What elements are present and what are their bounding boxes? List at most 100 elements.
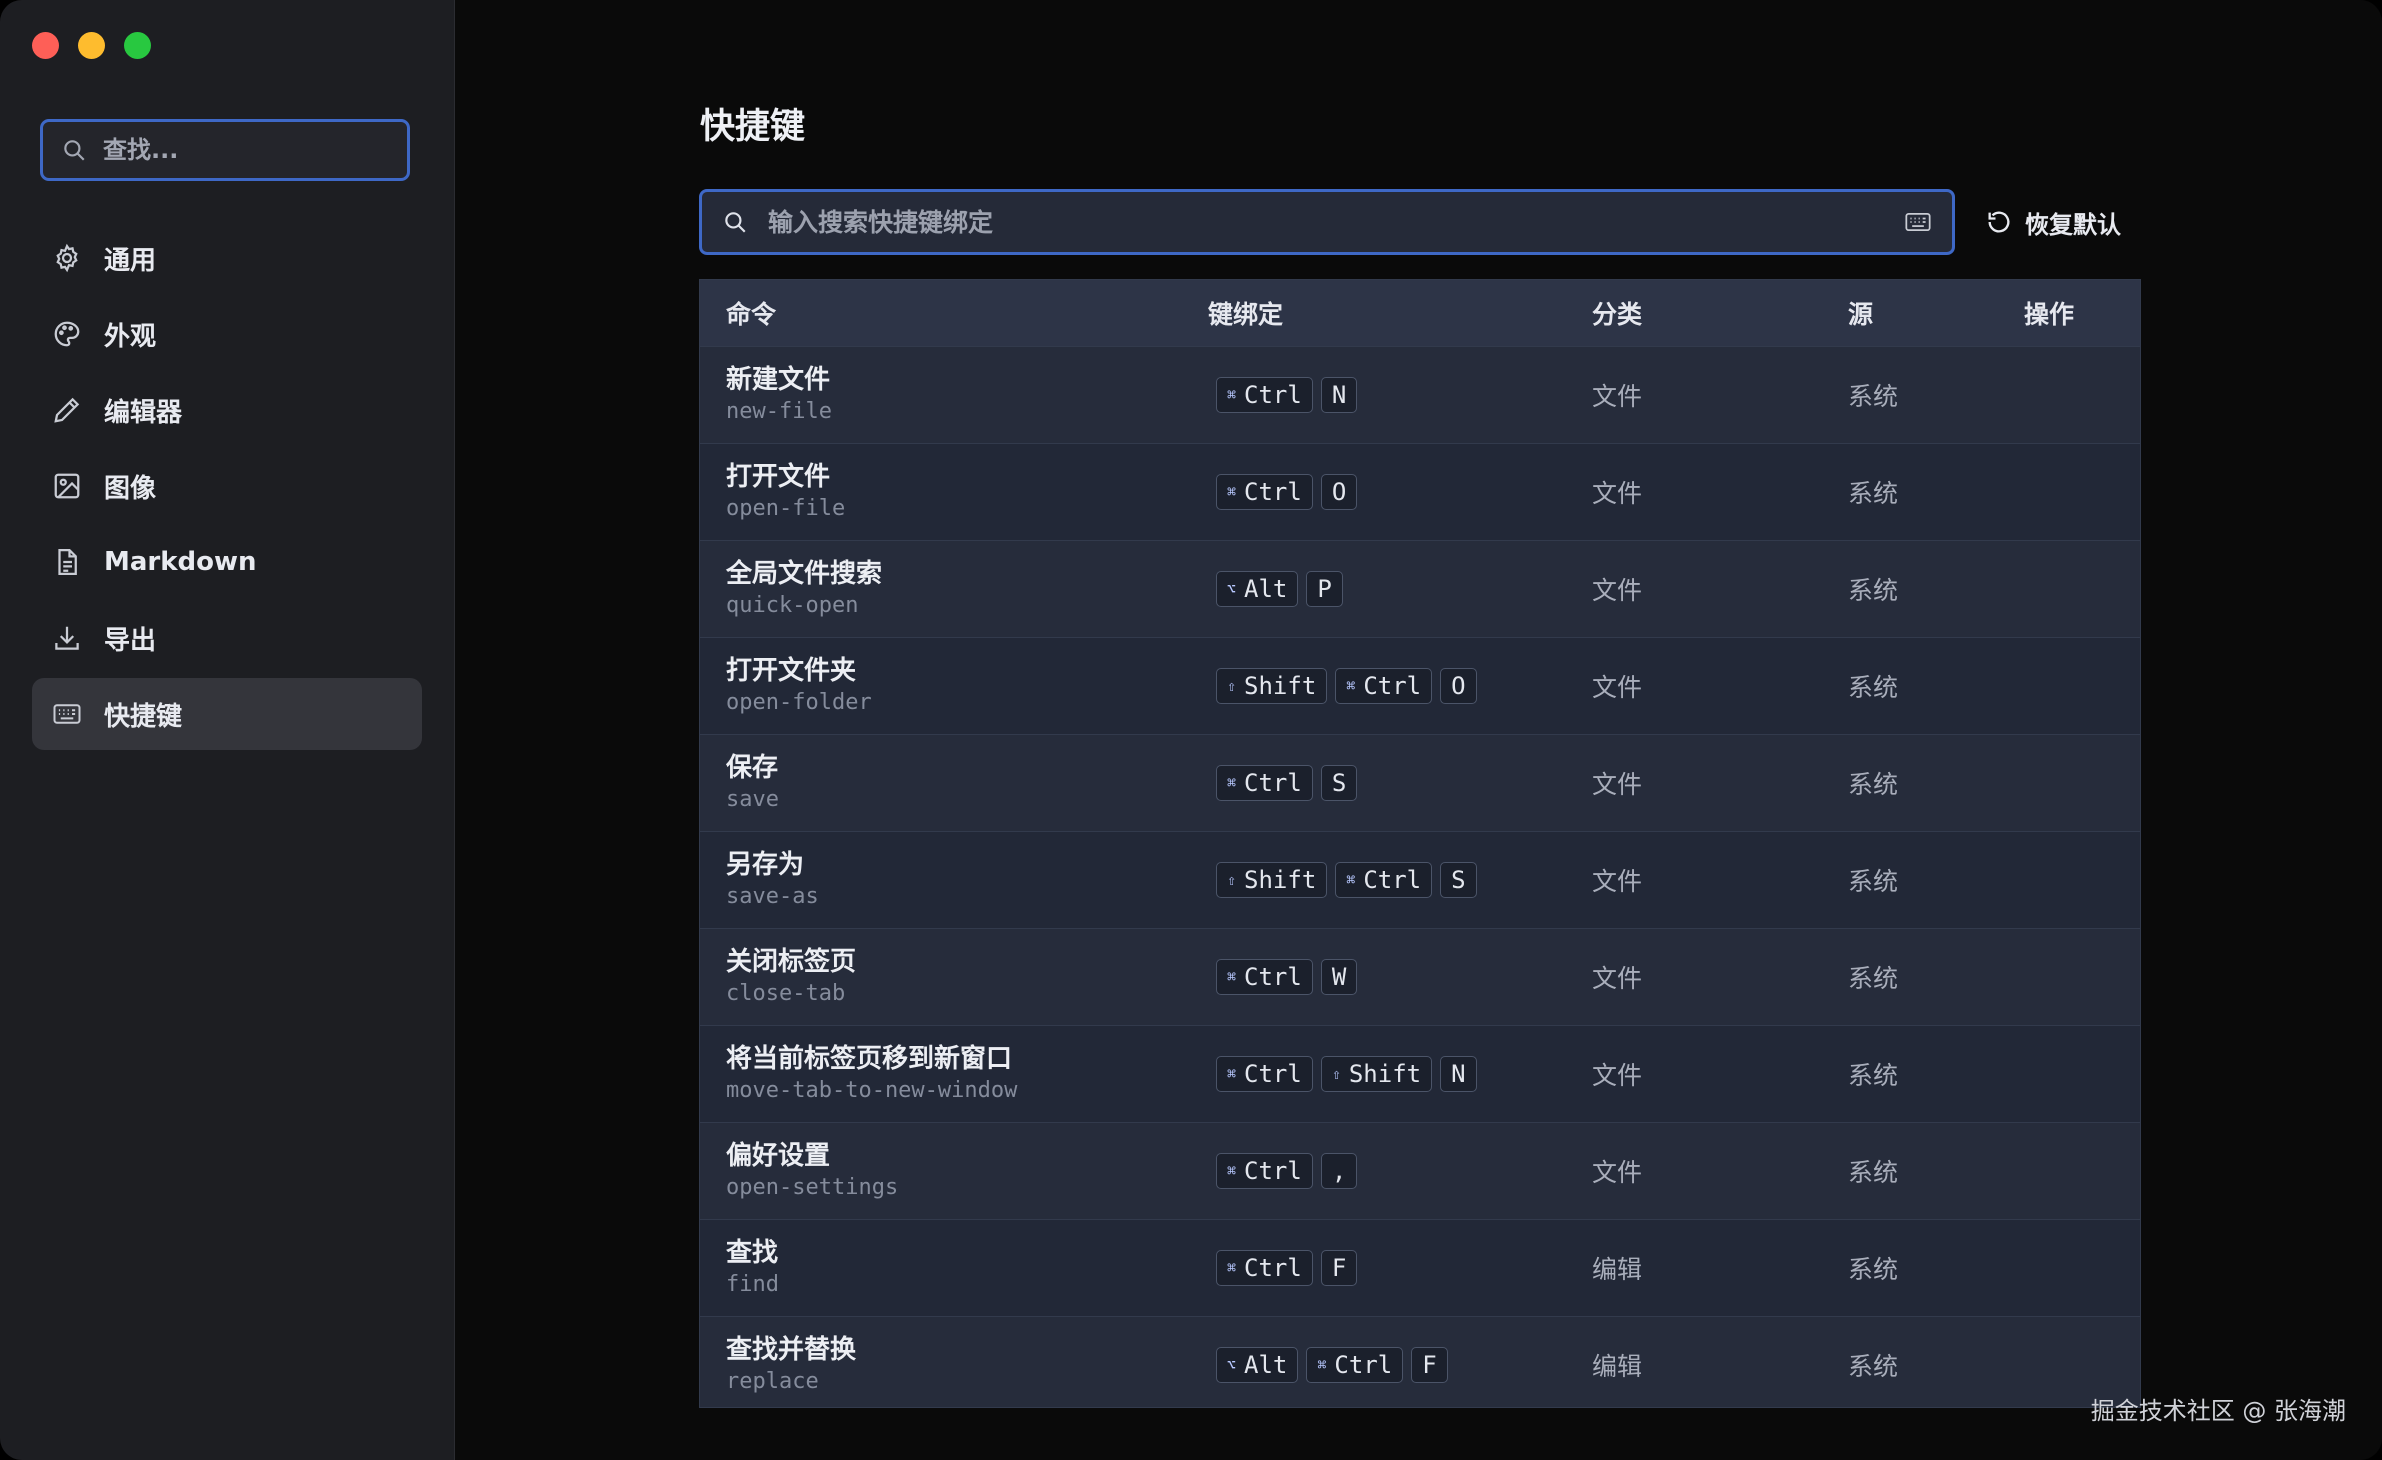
command-cell: 打开文件 open-file	[700, 460, 1208, 524]
key-chip: ⌘ Ctrl	[1306, 1347, 1404, 1383]
key-chip: ⌘ Ctrl	[1216, 474, 1313, 510]
modifier-symbol: ⌥	[1227, 1356, 1237, 1374]
command-name: 查找并替换	[726, 1335, 857, 1365]
close-window-button[interactable]	[32, 32, 59, 59]
key-label: W	[1331, 963, 1347, 991]
keybinding-cell[interactable]: ⌘ Ctrl N	[1208, 377, 1592, 413]
command-name: 打开文件夹	[726, 656, 857, 686]
key-chip: S	[1320, 765, 1358, 801]
source-cell: 系统	[1848, 1061, 1899, 1090]
sidebar-item-markdown[interactable]: Markdown	[32, 526, 422, 598]
modifier-symbol: ⌘	[1317, 1356, 1327, 1374]
key-chip: N	[1440, 1056, 1477, 1092]
keybinding-cell[interactable]: ⌘ Ctrl S	[1208, 765, 1592, 801]
keybinding-cell[interactable]: ⇧ Shift ⌘ Ctrl S	[1208, 862, 1592, 898]
search-icon	[64, 140, 85, 161]
sidebar-item-image[interactable]: 图像	[32, 450, 422, 522]
key-label: Ctrl	[1244, 1254, 1302, 1282]
modifier-symbol: ⌥	[1227, 580, 1237, 598]
keybinding-cell[interactable]: ⌘ Ctrl W	[1208, 959, 1592, 995]
command-name: 全局文件搜索	[726, 559, 883, 589]
keybinding-cell[interactable]: ⇧ Shift ⌘ Ctrl O	[1208, 668, 1592, 704]
key-label: N	[1451, 1060, 1466, 1088]
sidebar-item-editor[interactable]: 编辑器	[32, 374, 422, 446]
modifier-symbol: ⌘	[1227, 968, 1237, 986]
column-header-keybinding[interactable]: 键绑定	[1208, 295, 1592, 331]
column-header-actions: 操作	[2024, 300, 2075, 329]
category-cell: 文件	[1592, 479, 1643, 508]
keybinding-cell[interactable]: ⌘ Ctrl O	[1208, 474, 1592, 510]
table-row[interactable]: 将当前标签页移到新窗口 move-tab-to-new-window ⌘ Ctrl ⇧ S…	[700, 1025, 2140, 1122]
zoom-window-button[interactable]	[124, 32, 151, 59]
sidebar-item-appearance[interactable]: 外观	[32, 298, 422, 370]
column-header-command[interactable]: 命令	[700, 295, 1208, 331]
key-label: Ctrl	[1363, 866, 1422, 894]
key-chip: O	[1440, 668, 1477, 704]
table-body: 新建文件 new-file ⌘ Ctrl N 文件 系统 打开文件 open-file ⌘ Ctrl…	[700, 346, 2140, 1407]
pencil-icon	[54, 397, 80, 423]
key-chip: ,	[1320, 1153, 1358, 1189]
source-cell: 系统	[1848, 1255, 1899, 1284]
sidebar-item-general[interactable]: 通用	[32, 222, 422, 294]
sidebar-item-shortcuts[interactable]: 快捷键	[32, 678, 422, 750]
source-cell: 系统	[1848, 964, 1899, 993]
table-row[interactable]: 打开文件夹 open-folder ⇧ Shift ⌘ Ctrl O 文件 系统	[700, 637, 2140, 734]
category-cell: 文件	[1592, 1158, 1643, 1187]
table-row[interactable]: 保存 save ⌘ Ctrl S 文件 系统	[700, 734, 2140, 831]
sidebar-item-label: 通用	[104, 245, 157, 276]
sidebar-search	[40, 119, 410, 181]
minimize-window-button[interactable]	[78, 32, 105, 59]
key-chip: W	[1320, 959, 1358, 995]
key-label: Ctrl	[1244, 963, 1302, 991]
key-label: Alt	[1244, 575, 1288, 603]
command-cell: 另存为 save-as	[700, 848, 1208, 912]
table-row[interactable]: 新建文件 new-file ⌘ Ctrl N 文件 系统	[700, 346, 2140, 443]
table-row[interactable]: 另存为 save-as ⇧ Shift ⌘ Ctrl S 文件 系统	[700, 831, 2140, 928]
keybinding-cell[interactable]: ⌘ Ctrl,	[1208, 1153, 1592, 1189]
command-name: 另存为	[726, 850, 805, 880]
table-row[interactable]: 查找 find ⌘ Ctrl F 编辑 系统	[700, 1219, 2140, 1316]
command-cell: 查找 find	[700, 1236, 1208, 1300]
column-header-source[interactable]: 源	[1848, 295, 2024, 331]
key-chip: S	[1440, 862, 1477, 898]
table-row[interactable]: 查找并替换 replace ⌥ Alt ⌘ Ctrl F 编辑 系统	[700, 1316, 2140, 1407]
table-header: 命令 键绑定 分类 源 操作	[700, 280, 2140, 346]
key-label: O	[1331, 478, 1347, 506]
key-label: Shift	[1244, 866, 1317, 894]
sidebar-item-label: 导出	[104, 625, 157, 656]
key-chip: O	[1320, 474, 1358, 510]
table-row[interactable]: 全局文件搜索 quick-open ⌥ Alt P 文件 系统	[700, 540, 2140, 637]
command-cell: 打开文件夹 open-folder	[700, 654, 1208, 718]
command-id: open-file	[726, 496, 846, 521]
keybinding-cell[interactable]: ⌥ Alt ⌘ Ctrl F	[1208, 1347, 1592, 1383]
keyboard-icon	[53, 704, 81, 724]
key-chip: ⌥ Alt	[1216, 1347, 1299, 1383]
column-header-category[interactable]: 分类	[1592, 295, 1848, 331]
sidebar-item-label: 图像	[104, 473, 157, 504]
restore-defaults-button[interactable]: 恢复默认	[1985, 200, 2121, 244]
key-label: Ctrl	[1244, 1157, 1302, 1185]
command-cell: 偏好设置 open-settings	[700, 1139, 1208, 1203]
table-row[interactable]: 关闭标签页 close-tab ⌘ Ctrl W 文件 系统	[700, 928, 2140, 1025]
palette-icon	[54, 321, 80, 347]
sidebar-search-input[interactable]	[101, 135, 405, 165]
key-chip: ⌘ Ctrl	[1335, 668, 1433, 704]
key-chip: F	[1320, 1250, 1358, 1286]
keybinding-cell[interactable]: ⌘ Ctrl F	[1208, 1250, 1592, 1286]
command-id: open-settings	[726, 1175, 899, 1200]
command-id: move-tab-to-new-window	[726, 1078, 1018, 1103]
sidebar-item-export[interactable]: 导出	[32, 602, 422, 674]
keybinding-cell[interactable]: ⌘ Ctrl ⇧ Shift N	[1208, 1056, 1592, 1092]
modifier-symbol: ⌘	[1227, 1065, 1237, 1083]
table-row[interactable]: 打开文件 open-file ⌘ Ctrl O 文件 系统	[700, 443, 2140, 540]
command-name: 关闭标签页	[726, 947, 857, 977]
category-cell: 文件	[1592, 964, 1643, 993]
key-label: Alt	[1244, 1351, 1288, 1379]
command-cell: 保存 save	[700, 751, 1208, 815]
table-row[interactable]: 偏好设置 open-settings ⌘ Ctrl, 文件 系统	[700, 1122, 2140, 1219]
search-icon	[725, 212, 746, 233]
keybinding-cell[interactable]: ⌥ Alt P	[1208, 571, 1592, 607]
shortcut-search-input[interactable]	[766, 206, 1904, 238]
sidebar-item-label: 编辑器	[104, 397, 183, 428]
keyboard-icon[interactable]	[1904, 208, 1932, 236]
